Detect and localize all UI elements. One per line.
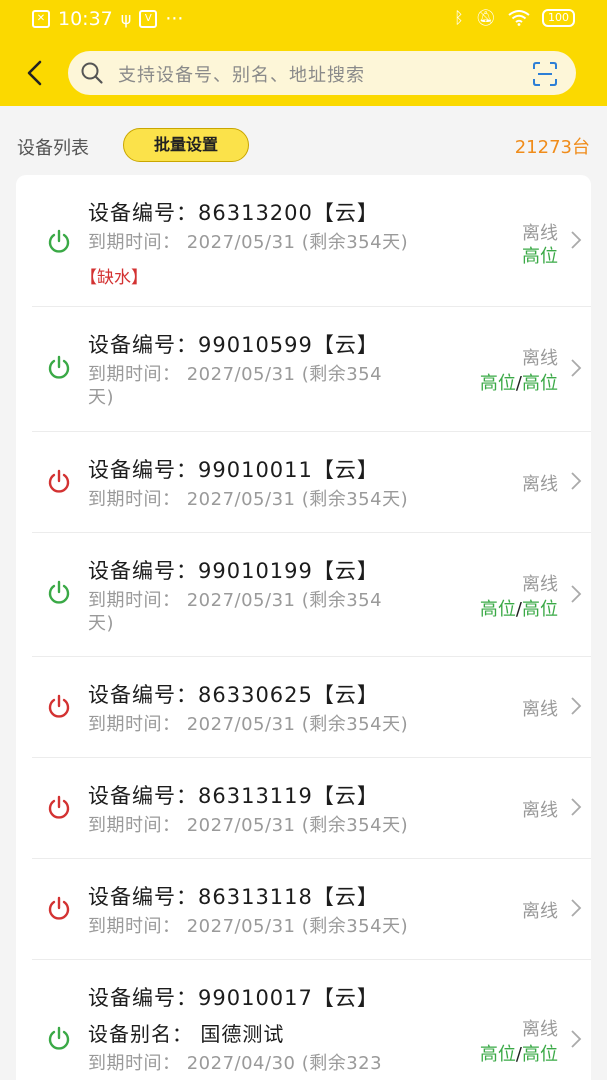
device-row[interactable]: 设备编号：86313200【云】 到期时间： 2027/05/31 (剩余354… — [32, 175, 591, 306]
water-level-a: 高位 — [479, 1044, 516, 1065]
device-row[interactable]: 设备编号：86313119【云】 到期时间： 2027/05/31 (剩余354… — [32, 758, 591, 858]
sim-icon: ✕ — [32, 10, 50, 28]
chevron-right-icon — [571, 472, 582, 490]
status-bar-left: ✕ 10:37 ψ V ··· — [32, 8, 183, 30]
expiry-time: 到期时间： 2027/04/30 (剩余323 — [88, 1053, 383, 1074]
online-status: 离线 — [522, 574, 558, 595]
water-level: 高位/高位 — [480, 1040, 558, 1066]
wifi-icon — [508, 10, 530, 26]
chevron-right-icon — [571, 359, 582, 377]
device-row[interactable]: 设备编号：86313118【云】 到期时间： 2027/05/31 (剩余354… — [32, 859, 591, 959]
search-placeholder: 支持设备号、别名、地址搜索 — [118, 65, 365, 86]
status-time: 10:37 — [58, 8, 113, 30]
expiry-time-wrap: 天) — [88, 613, 115, 634]
expiry-time: 到期时间： 2027/05/31 (剩余354天) — [88, 489, 409, 510]
water-level-b: 高位 — [522, 373, 558, 394]
expiry-time: 到期时间： 2027/05/31 (剩余354 — [88, 364, 383, 385]
device-number: 设备编号：86313118【云】 — [88, 885, 379, 909]
expiry-time: 到期时间： 2027/05/31 (剩余354天) — [88, 815, 409, 836]
online-status: 离线 — [522, 474, 558, 495]
device-number: 设备编号：99010011【云】 — [88, 458, 379, 482]
mute-icon: 🔕︎ — [475, 8, 496, 27]
device-row[interactable]: 设备编号：99010599【云】 到期时间： 2027/05/31 (剩余354… — [32, 307, 591, 431]
power-icon — [48, 795, 70, 819]
device-row[interactable]: 设备编号：99010011【云】 到期时间： 2027/05/31 (剩余354… — [32, 432, 591, 532]
water-level: 高位/高位 — [480, 369, 558, 395]
expiry-time: 到期时间： 2027/05/31 (剩余354天) — [88, 714, 409, 735]
app-header: ✕ 10:37 ψ V ··· ᛒ 🔕︎ 100 支持设备号、别名、地址搜索 — [0, 0, 607, 106]
warning-badge: 【缺水】 — [80, 268, 148, 288]
online-status: 离线 — [522, 348, 558, 369]
chevron-right-icon — [571, 697, 582, 715]
water-level-a: 高位 — [522, 246, 558, 267]
power-icon — [48, 896, 70, 920]
status-bar: ✕ 10:37 ψ V ··· ᛒ 🔕︎ 100 — [0, 0, 607, 38]
device-number: 设备编号：86313119【云】 — [88, 784, 379, 808]
online-status: 离线 — [522, 901, 558, 922]
power-icon — [48, 355, 70, 379]
power-icon — [48, 580, 70, 604]
power-icon — [48, 229, 70, 253]
expiry-time: 到期时间： 2027/05/31 (剩余354天) — [88, 916, 409, 937]
water-level-a: 高位 — [479, 599, 516, 620]
device-row[interactable]: 设备编号：86330625【云】 到期时间： 2027/05/31 (剩余354… — [32, 657, 591, 757]
device-number: 设备编号：99010199【云】 — [88, 559, 379, 583]
water-level-b: 高位 — [522, 1044, 558, 1065]
chevron-right-icon — [571, 899, 582, 917]
water-level: 高位/高位 — [480, 595, 558, 621]
power-icon — [48, 694, 70, 718]
battery-icon: 100 — [542, 9, 575, 27]
search-icon — [81, 62, 103, 84]
device-row[interactable]: 设备编号：99010199【云】 到期时间： 2027/05/31 (剩余354… — [32, 533, 591, 656]
device-number: 设备编号：99010599【云】 — [88, 333, 379, 357]
power-icon — [48, 469, 70, 493]
water-level-b: 高位 — [522, 599, 558, 620]
water-level: 高位 — [522, 242, 558, 268]
status-bar-right: ᛒ 🔕︎ 100 — [454, 9, 575, 27]
device-list-title: 设备列表 — [17, 138, 89, 159]
expiry-time-wrap: 天) — [88, 387, 115, 408]
expiry-time: 到期时间： 2027/05/31 (剩余354 — [88, 590, 383, 611]
device-list-card: 设备编号：86313200【云】 到期时间： 2027/05/31 (剩余354… — [16, 175, 591, 1080]
device-alias: 设备别名： 国德测试 — [88, 1022, 285, 1046]
status-more-dots: ··· — [165, 8, 184, 30]
water-level-a: 高位 — [479, 373, 516, 394]
power-icon — [48, 1026, 70, 1050]
device-count: 21273台 — [514, 137, 590, 158]
online-status: 离线 — [522, 1019, 558, 1040]
back-arrow-icon[interactable] — [20, 58, 50, 88]
batch-settings-button[interactable]: 批量设置 — [123, 128, 249, 162]
bluetooth-icon: ᛒ — [454, 8, 464, 27]
search-input[interactable]: 支持设备号、别名、地址搜索 — [68, 51, 576, 95]
chevron-right-icon — [571, 798, 582, 816]
scan-icon[interactable] — [532, 61, 558, 87]
device-row[interactable]: 设备编号：99010017【云】 设备别名： 国德测试 到期时间： 2027/0… — [32, 960, 591, 1080]
expiry-time: 到期时间： 2027/05/31 (剩余354天) — [88, 232, 409, 253]
chevron-right-icon — [571, 585, 582, 603]
device-number: 设备编号：86330625【云】 — [88, 683, 379, 707]
online-status: 离线 — [522, 699, 558, 720]
device-number: 设备编号：99010017【云】 — [88, 986, 379, 1010]
vpn-icon: V — [139, 10, 158, 28]
chevron-right-icon — [571, 231, 582, 249]
usb-icon: ψ — [120, 9, 132, 28]
device-number: 设备编号：86313200【云】 — [88, 201, 379, 225]
online-status: 离线 — [522, 800, 558, 821]
chevron-right-icon — [571, 1030, 582, 1048]
